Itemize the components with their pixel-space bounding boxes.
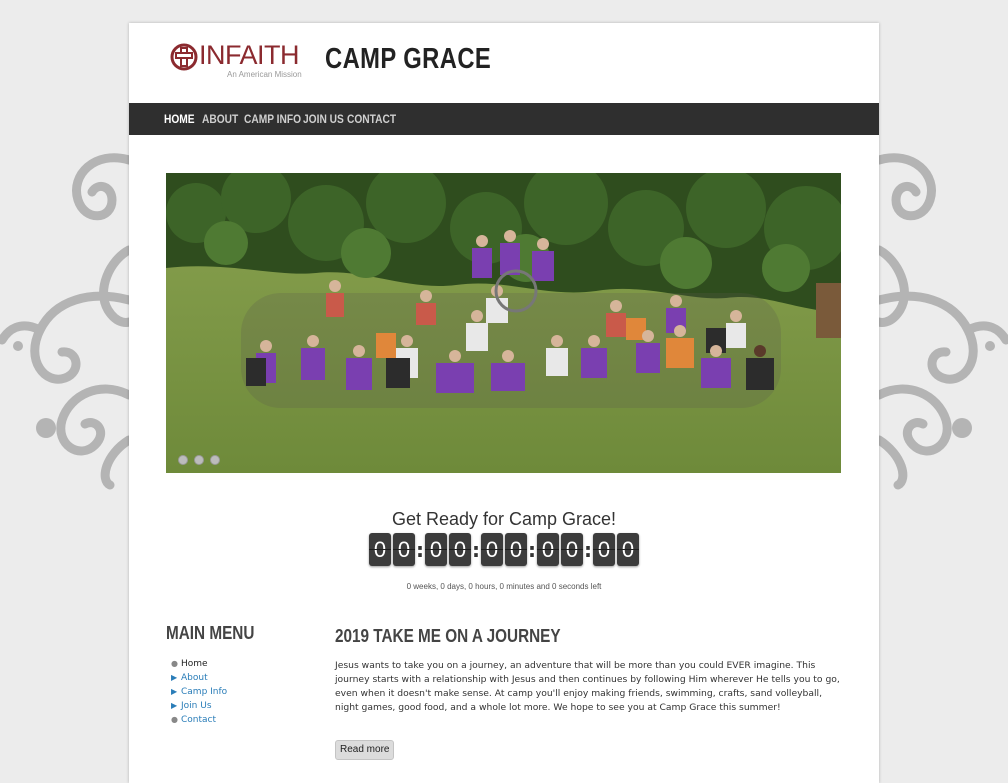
countdown-separator: : bbox=[472, 538, 480, 562]
read-more-button[interactable]: Read more bbox=[335, 740, 395, 760]
site-title[interactable]: CAMP GRACE bbox=[325, 43, 491, 76]
countdown-digit: 0 bbox=[561, 533, 583, 566]
menu-item-contact[interactable]: ● Contact bbox=[171, 713, 227, 727]
post-title[interactable]: 2019 TAKE ME ON A JOURNEY bbox=[335, 626, 561, 647]
logo-tagline: An American Mission bbox=[227, 70, 302, 79]
countdown-separator: : bbox=[528, 538, 536, 562]
bullet-icon: ● bbox=[171, 659, 178, 668]
countdown-clock: 0 0 : 0 0 : 0 0 : 0 0 : 0 0 bbox=[369, 533, 639, 567]
menu-item-camp-info[interactable]: ▶ Camp Info bbox=[171, 685, 227, 699]
nav-home[interactable]: HOME bbox=[164, 112, 195, 126]
bullet-icon: ● bbox=[171, 715, 178, 724]
countdown-digit: 0 bbox=[537, 533, 559, 566]
countdown-digit: 0 bbox=[617, 533, 639, 566]
menu-item-about[interactable]: ▶ About bbox=[171, 671, 227, 685]
countdown-digit: 0 bbox=[505, 533, 527, 566]
page-container: INFAITH An American Mission CAMP GRACE H… bbox=[129, 23, 879, 783]
countdown-digit: 0 bbox=[481, 533, 503, 566]
slide-dot-1[interactable] bbox=[178, 455, 188, 465]
menu-item-home[interactable]: ● Home bbox=[171, 657, 227, 671]
post-body: Jesus wants to take you on a journey, an… bbox=[335, 660, 840, 713]
countdown-remaining-text: 0 weeks, 0 days, 0 hours, 0 minutes and … bbox=[406, 582, 602, 591]
nav-join-us[interactable]: JOIN US bbox=[303, 112, 344, 126]
infaith-logo[interactable]: INFAITH An American Mission bbox=[169, 40, 304, 81]
nav-contact[interactable]: CONTACT bbox=[347, 112, 396, 126]
nav-about[interactable]: ABOUT bbox=[202, 112, 238, 126]
cross-circle-icon bbox=[170, 43, 198, 71]
countdown-separator: : bbox=[584, 538, 592, 562]
logo-wordmark: INFAITH bbox=[199, 40, 300, 70]
hero-slideshow[interactable] bbox=[166, 173, 841, 473]
countdown-digit: 0 bbox=[593, 533, 615, 566]
countdown-digit: 0 bbox=[425, 533, 447, 566]
nav-camp-info[interactable]: CAMP INFO bbox=[244, 112, 301, 126]
main-menu-list: ● Home ▶ About ▶ Camp Info ▶ Join Us ● Contac… bbox=[171, 657, 227, 727]
countdown-title: Get Ready for Camp Grace! bbox=[391, 509, 617, 529]
arrow-right-icon: ▶ bbox=[171, 701, 178, 710]
menu-item-join-us[interactable]: ▶ Join Us bbox=[171, 699, 227, 713]
slide-dot-3[interactable] bbox=[210, 455, 220, 465]
countdown-separator: : bbox=[416, 538, 424, 562]
arrow-right-icon: ▶ bbox=[171, 673, 178, 682]
countdown-digit: 0 bbox=[369, 533, 391, 566]
sidebar-title: MAIN MENU bbox=[166, 623, 255, 643]
countdown-digit: 0 bbox=[393, 533, 415, 566]
arrow-right-icon: ▶ bbox=[171, 687, 178, 696]
site-header: INFAITH An American Mission CAMP GRACE bbox=[129, 23, 879, 103]
countdown-digit: 0 bbox=[449, 533, 471, 566]
main-navigation: HOME ABOUT CAMP INFO JOIN US CONTACT bbox=[129, 103, 879, 135]
group-photo bbox=[166, 173, 841, 473]
slide-dot-2[interactable] bbox=[194, 455, 204, 465]
